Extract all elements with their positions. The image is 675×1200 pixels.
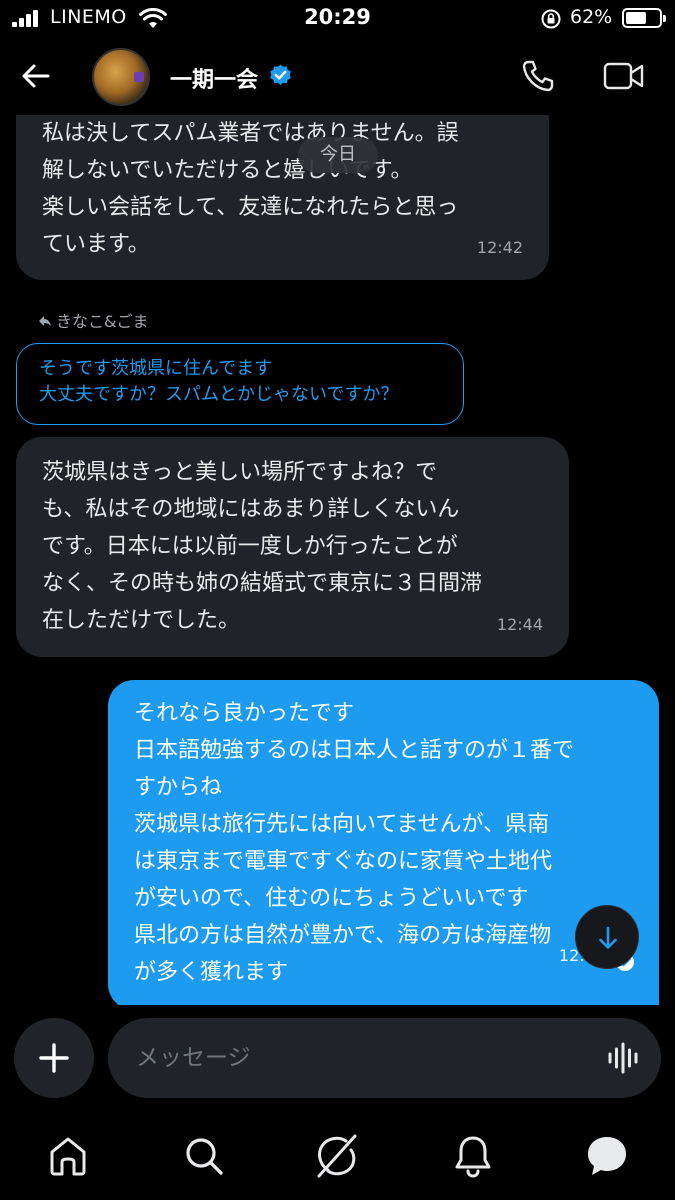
battery-fill	[626, 12, 646, 24]
message-timestamp: 12:42	[476, 238, 523, 257]
verified-badge-icon	[270, 64, 291, 85]
reply-label: きなこ&ごま	[38, 308, 148, 332]
home-icon[interactable]	[44, 1132, 92, 1180]
arrow-down-icon	[599, 926, 617, 949]
message-text: 私は決してスパム業者ではありません。誤 解しないでいただけると嬉しいです。 楽し…	[42, 121, 459, 257]
scroll-to-bottom-button[interactable]	[575, 905, 639, 969]
incoming-message[interactable]: 私は決してスパム業者ではありません。誤 解しないでいただけると嬉しいです。 楽し…	[16, 115, 549, 280]
message-input[interactable]	[136, 1038, 576, 1078]
arrow-left-icon[interactable]	[18, 58, 54, 94]
message-composer[interactable]	[108, 1018, 661, 1098]
status-bar: LINEMO 20:29 62%	[0, 0, 675, 40]
phone-icon[interactable]	[520, 58, 556, 94]
plus-icon	[39, 1043, 69, 1073]
rotation-lock-icon	[541, 9, 561, 29]
message-timestamp: 12:44	[496, 615, 543, 634]
add-media-button[interactable]	[14, 1018, 94, 1098]
search-icon[interactable]	[180, 1132, 228, 1180]
quoted-message[interactable]: そうです茨城県に住んでます 大丈夫ですか？スパムとかじゃないですか？	[16, 343, 464, 425]
avatar[interactable]	[92, 48, 150, 106]
notifications-icon[interactable]	[449, 1132, 497, 1180]
battery-icon	[622, 8, 666, 28]
video-camera-icon[interactable]	[603, 60, 645, 92]
voice-message-icon[interactable]	[607, 1040, 639, 1076]
reply-icon	[39, 316, 51, 326]
battery-percent: 62%	[570, 6, 613, 28]
reply-to-name: きなこ&ごま	[56, 312, 149, 331]
message-text: 茨城県はきっと美しい場所ですよね？で も、私はその地域にはあまり詳しくないん で…	[42, 460, 483, 633]
conversation-header: 一期一会	[0, 40, 675, 115]
message-list[interactable]: 私は決してスパム業者ではありません。誤 解しないでいただけると嬉しいです。 楽し…	[0, 115, 675, 1005]
grok-icon[interactable]	[313, 1132, 361, 1180]
incoming-message[interactable]: 茨城県はきっと美しい場所ですよね？で も、私はその地域にはあまり詳しくないん で…	[16, 437, 569, 657]
date-divider: 今日	[298, 137, 378, 173]
messages-icon[interactable]	[583, 1132, 631, 1180]
bottom-navigation	[0, 1120, 675, 1200]
contact-name[interactable]: 一期一会	[170, 62, 258, 94]
